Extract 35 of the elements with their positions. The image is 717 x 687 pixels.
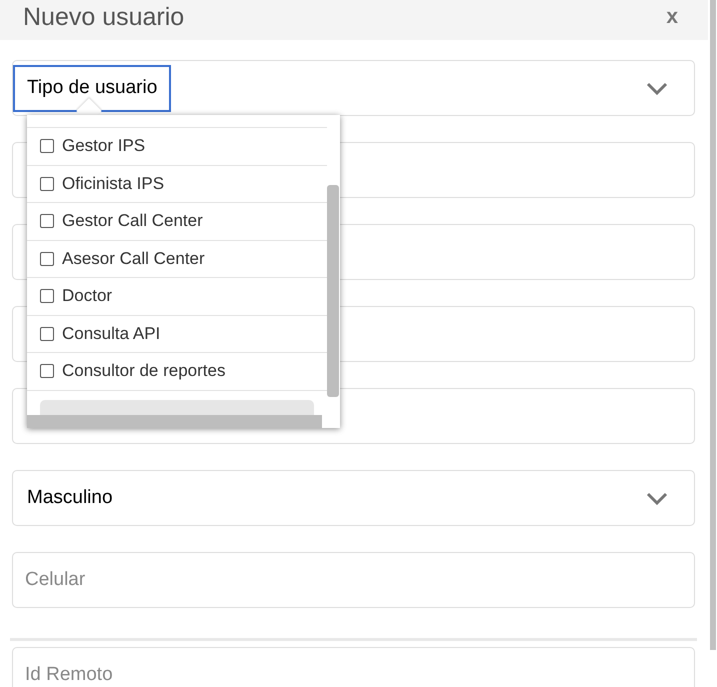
- checkbox[interactable]: [40, 364, 54, 378]
- option-label: Asesor Call Center: [62, 248, 205, 269]
- option-label: Gestor Call Center: [62, 211, 203, 232]
- chevron-down-icon: [646, 82, 668, 94]
- option-label: Oficinista IPS: [62, 174, 164, 194]
- option-item[interactable]: Asesor Call Center: [27, 240, 327, 278]
- option-item[interactable]: Consultor de reportes: [27, 353, 327, 390]
- accept-button[interactable]: [40, 400, 314, 415]
- chevron-down-icon: [646, 492, 668, 504]
- option-label: Consultor de reportes: [62, 361, 226, 382]
- input-field[interactable]: Id Remoto: [12, 647, 695, 687]
- dialog-title: Nuevo usuario: [23, 2, 184, 32]
- select-value: Masculino: [26, 486, 114, 510]
- option-label: Doctor: [62, 286, 112, 306]
- scrollbar-thumb[interactable]: [710, 0, 716, 650]
- select-field[interactable]: Masculino: [12, 470, 695, 526]
- close-button[interactable]: x: [666, 5, 678, 29]
- option-item[interactable]: Consulta API: [27, 316, 327, 353]
- option-item[interactable]: Oficinista IPS: [27, 166, 327, 203]
- scrollbar-thumb[interactable]: [327, 185, 339, 397]
- option-item[interactable]: Doctor: [27, 278, 327, 316]
- option-item[interactable]: Gestor Call Center: [27, 203, 327, 240]
- checkbox[interactable]: [40, 139, 54, 154]
- select-value: Tipo de usuario: [13, 64, 172, 112]
- checkbox[interactable]: [40, 326, 54, 341]
- scrollbar-thumb[interactable]: [27, 415, 322, 428]
- option-label: Consulta API: [62, 324, 160, 344]
- checkbox[interactable]: [40, 252, 54, 266]
- checkbox[interactable]: [40, 289, 54, 304]
- checkbox[interactable]: [40, 176, 54, 191]
- select-field[interactable]: Tipo de usuario: [12, 60, 695, 116]
- input-field[interactable]: Celular: [12, 552, 695, 608]
- checkbox[interactable]: [40, 214, 54, 228]
- option-item[interactable]: Gestor IPS: [27, 128, 327, 166]
- option-label: Gestor IPS: [62, 136, 146, 156]
